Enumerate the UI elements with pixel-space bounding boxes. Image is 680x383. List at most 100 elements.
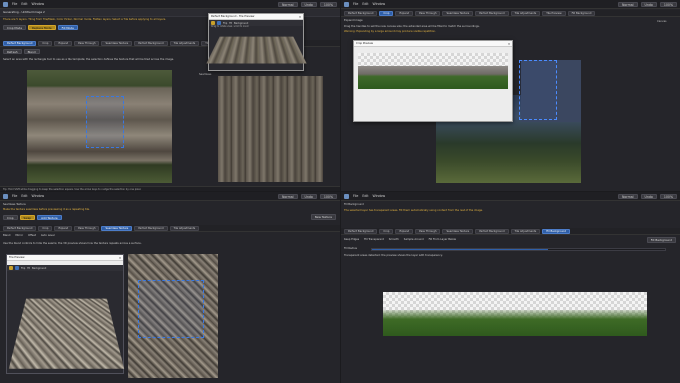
menu-file[interactable]: File: [12, 194, 17, 198]
menu-edit[interactable]: Edit: [21, 2, 27, 6]
menu-window[interactable]: Window: [32, 194, 45, 198]
mode-dropdown[interactable]: Normal: [278, 1, 298, 7]
side-label: Canvas: [657, 20, 667, 23]
tab-perfect-background[interactable]: Perfect Background: [3, 225, 37, 231]
tab-fill-bg[interactable]: Fill Background: [567, 10, 596, 16]
refresh-button[interactable]: Refresh: [3, 49, 22, 54]
3d-texture-preview[interactable]: [8, 298, 125, 369]
zoom-display[interactable]: 100%: [319, 193, 337, 199]
check-fill-from-below[interactable]: Fill From Layer Below: [429, 238, 456, 241]
tab-perfect-background[interactable]: Perfect Background: [3, 40, 37, 46]
swap-button[interactable]: Swap: [19, 215, 36, 220]
side-button-wrap: Fill Background: [646, 237, 676, 243]
option-blend[interactable]: Blend: [3, 234, 10, 237]
check-fill-transparent[interactable]: Fill Transparent: [364, 238, 384, 241]
tab-perfect-bg-2[interactable]: Perfect Background: [134, 40, 168, 46]
fill-background-button[interactable]: Fill Background: [646, 237, 676, 243]
zoom-display[interactable]: 100%: [659, 1, 677, 7]
undo-button[interactable]: Undo: [300, 1, 317, 7]
tab-tile-adjust[interactable]: Tile Adjustments: [169, 225, 200, 231]
menu-window[interactable]: Window: [373, 2, 386, 6]
tile-preview-dialog: Tile Preview ✕ Flip Fit Background: [6, 254, 125, 374]
tab-tile-adjust[interactable]: Tile Adjustments: [510, 228, 541, 234]
fill-radius-slider[interactable]: [371, 248, 666, 251]
option-offset[interactable]: Offset: [28, 234, 36, 237]
flip-label[interactable]: Flip: [21, 267, 25, 270]
tab-expand[interactable]: Expand: [54, 40, 73, 46]
menu-edit[interactable]: Edit: [362, 194, 368, 198]
window-bottom-right: File Edit Window Normal Undo 100% Fill B…: [341, 192, 680, 383]
tab-perfect-background[interactable]: Perfect Background: [344, 10, 378, 16]
mode-dropdown[interactable]: Normal: [618, 1, 638, 7]
tab-seamless[interactable]: Seamless Texture: [101, 225, 133, 231]
check-sample-around[interactable]: Sample Around: [404, 238, 424, 241]
zoom-display[interactable]: 100%: [659, 193, 677, 199]
add-texture-button[interactable]: Add Texture: [37, 215, 62, 220]
close-icon[interactable]: ✕: [506, 41, 512, 47]
option-auto-level[interactable]: Auto Level: [41, 234, 55, 237]
tab-pass-through[interactable]: Pass Through: [74, 40, 100, 46]
option-mirror[interactable]: Mirror: [15, 234, 23, 237]
check-keep-edges[interactable]: Keep Edges: [344, 238, 359, 241]
background-label[interactable]: Background: [32, 267, 46, 270]
expand-selection[interactable]: [519, 60, 557, 120]
tab-tile-adjust[interactable]: Tile Adjustments: [510, 10, 541, 16]
tab-perfect-background[interactable]: Perfect Background: [344, 228, 378, 234]
header-label: Seamless Texture: [3, 203, 26, 206]
close-icon[interactable]: ✕: [297, 14, 303, 20]
tab-fill-bg[interactable]: Fill Background: [542, 228, 570, 234]
fit-button-icon[interactable]: [15, 266, 19, 270]
tab-perfect-bg-2[interactable]: Perfect Background: [475, 228, 509, 234]
tab-pass-through[interactable]: Pass Through: [74, 225, 100, 231]
new-texture-button[interactable]: New Texture: [310, 214, 336, 220]
feature-tabs: Perfect Background Crop Expand Pass Thro…: [0, 225, 340, 232]
texture-selection[interactable]: [138, 280, 204, 338]
tab-seamless[interactable]: Seamless Texture: [442, 228, 474, 234]
right-button-wrap: New Texture: [310, 214, 336, 220]
undo-button[interactable]: Undo: [640, 193, 657, 199]
zoom-display[interactable]: 100%: [319, 1, 337, 7]
menu-file[interactable]: File: [12, 2, 17, 6]
fill-mode-button[interactable]: Fill Mode: [57, 25, 78, 30]
tab-crop[interactable]: Crop: [38, 40, 53, 46]
tab-seamless[interactable]: Seamless Texture: [101, 40, 133, 46]
instructions-text: Drag the handles to set the new canvas s…: [344, 25, 480, 28]
dialog-title: Crop Preview: [356, 41, 373, 45]
close-icon[interactable]: ✕: [117, 255, 123, 261]
check-smooth[interactable]: Smooth: [389, 238, 399, 241]
tab-expand[interactable]: Expand: [395, 10, 414, 16]
menu-file[interactable]: File: [353, 194, 358, 198]
tile-selection[interactable]: [86, 96, 124, 148]
crop-button[interactable]: Crop: [3, 215, 18, 220]
flip-button-icon[interactable]: [9, 266, 13, 270]
mode-dropdown[interactable]: Normal: [278, 193, 298, 199]
menu-edit[interactable]: Edit: [362, 2, 368, 6]
tab-pass-through[interactable]: Pass Through: [415, 10, 441, 16]
warning-text: Make the texture seamless before preview…: [3, 208, 90, 211]
tab-tile-adjust[interactable]: Tile Adjustments: [169, 40, 200, 46]
crop-mode-button[interactable]: Crop Mode: [3, 25, 27, 30]
replace-mode-button[interactable]: Replace Mode: [28, 25, 56, 30]
window-top-right: File Edit Window Normal Undo 100% Perfec…: [341, 0, 680, 191]
3d-tile-preview[interactable]: [206, 36, 307, 64]
tab-crop[interactable]: Crop: [379, 228, 394, 234]
doc-title: Generating - Untitled Image 2: [3, 9, 45, 14]
tab-expand[interactable]: Expand: [395, 228, 414, 234]
menu-window[interactable]: Window: [373, 194, 386, 198]
undo-button[interactable]: Undo: [640, 1, 657, 7]
tab-crop[interactable]: Crop: [38, 225, 53, 231]
fit-label[interactable]: Fit: [27, 267, 30, 270]
tab-pass-through[interactable]: Pass Through: [415, 228, 441, 234]
tab-perfect-bg-2[interactable]: Perfect Background: [134, 225, 168, 231]
tab-seamless[interactable]: Seamless Texture: [442, 10, 474, 16]
tab-expand[interactable]: Expand: [54, 225, 73, 231]
mode-dropdown[interactable]: Normal: [618, 193, 638, 199]
undo-button[interactable]: Undo: [300, 193, 317, 199]
tab-crop[interactable]: Crop: [379, 10, 394, 16]
menu-file[interactable]: File: [353, 2, 358, 6]
blend-button[interactable]: Blend: [23, 49, 40, 54]
menu-edit[interactable]: Edit: [21, 194, 27, 198]
menu-window[interactable]: Window: [32, 2, 45, 6]
tab-perfect-bg-2[interactable]: Perfect Background: [475, 10, 509, 16]
tab-tile-preview[interactable]: Tile Preview: [542, 10, 566, 16]
